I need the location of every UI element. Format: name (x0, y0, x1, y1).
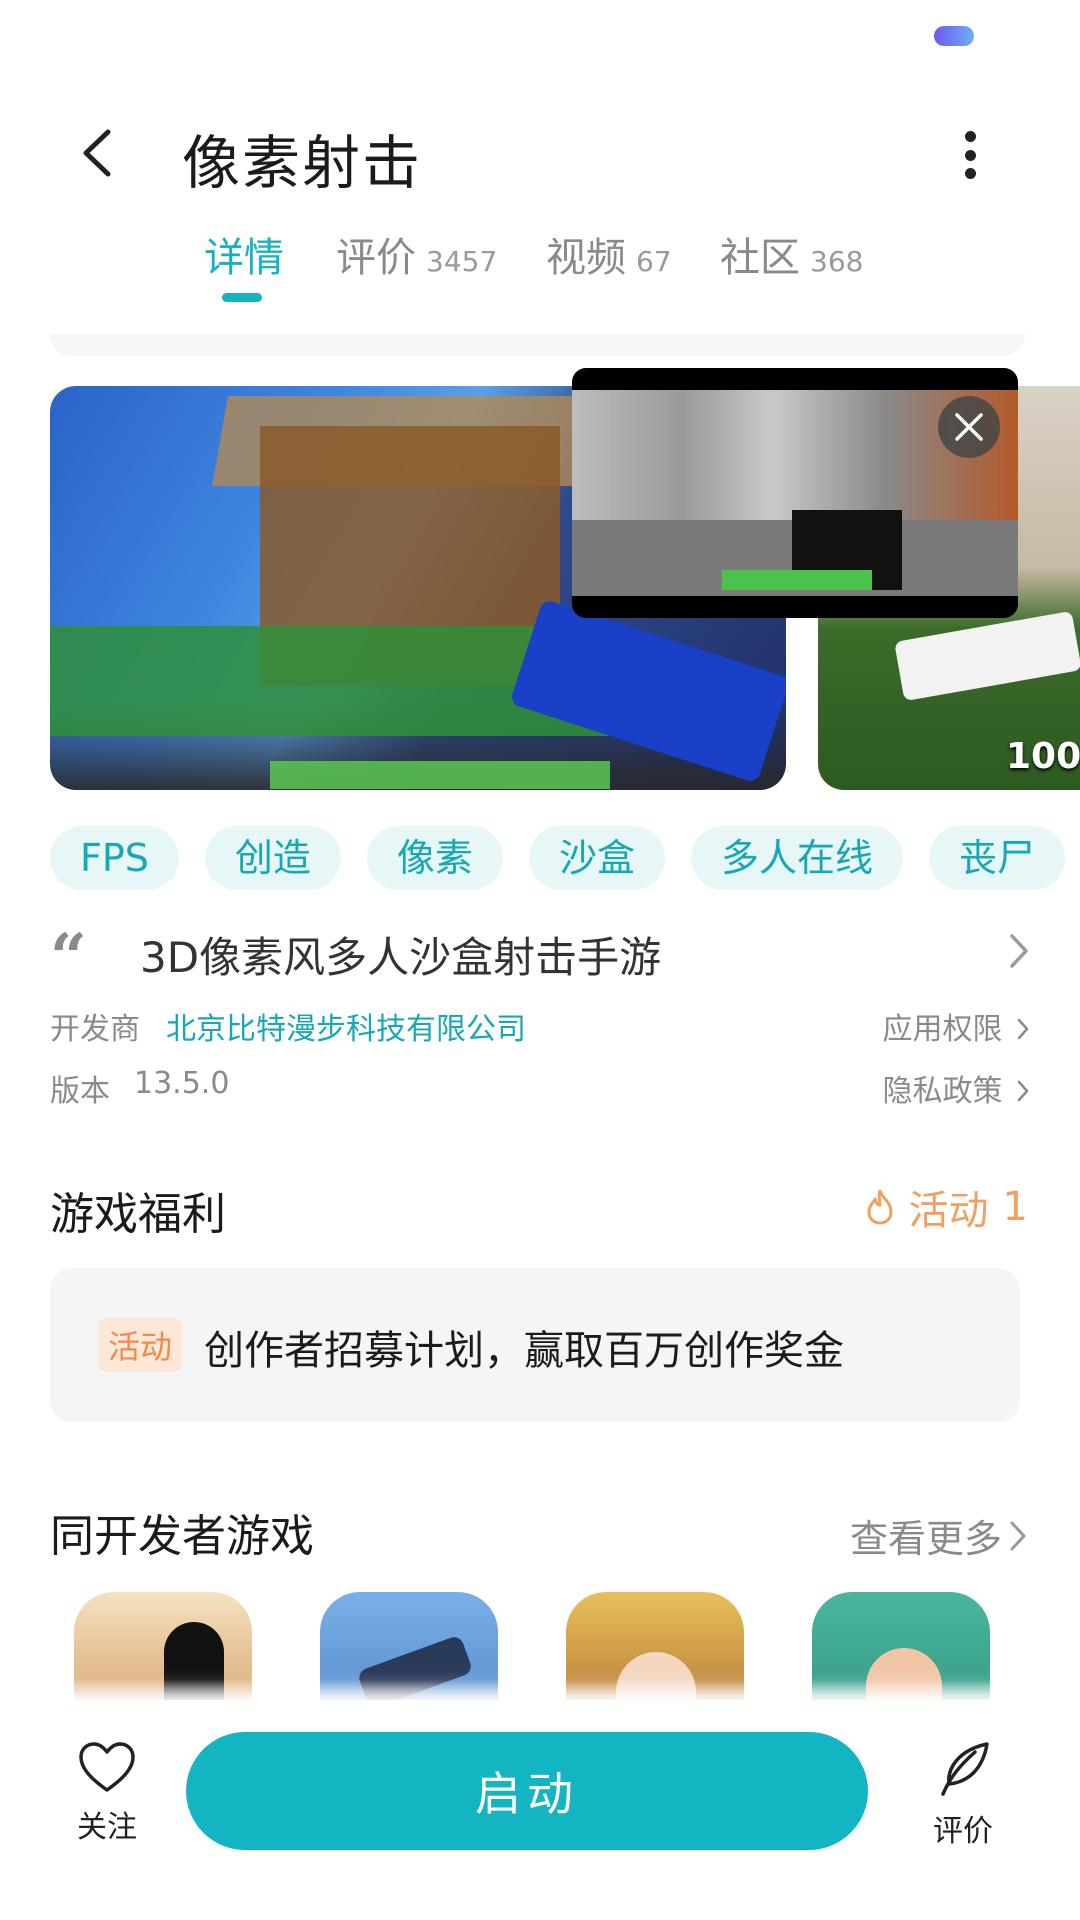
back-arrow-icon (83, 129, 111, 177)
tag-chip[interactable]: 创造 (204, 826, 341, 890)
description-text: 3D像素风多人沙盒射击手游 (140, 933, 662, 982)
benefit-text: 创作者招募计划，赢取百万创作奖金 (204, 1328, 844, 1374)
activity-label: 活动 (908, 1188, 989, 1234)
tag-chip[interactable]: 像素 (366, 826, 503, 890)
tag-chip[interactable]: 沙盒 (528, 826, 665, 890)
tab-label: 社区 (720, 235, 800, 281)
tab-reviews[interactable]: 评价 3457 (336, 225, 497, 283)
screenshot-graphic (270, 761, 610, 789)
write-review-button[interactable]: 评价 (918, 1740, 1008, 1860)
chevron-right-icon (1010, 934, 1028, 968)
tab-count: 67 (636, 245, 672, 278)
benefit-card[interactable]: 活动 创作者招募计划，赢取百万创作奖金 (50, 1268, 1020, 1422)
close-icon (955, 413, 983, 441)
tag-list: FPS 创造 像素 沙盒 多人在线 丧尸 (50, 826, 1080, 896)
tab-community[interactable]: 社区 368 (720, 225, 863, 283)
more-dot-icon (964, 168, 976, 179)
status-indicator (934, 26, 974, 46)
tab-count: 368 (810, 245, 864, 278)
see-more-link[interactable]: 查看更多 (850, 1508, 1028, 1563)
more-dot-icon (964, 131, 976, 142)
tag-chip[interactable]: 丧尸 (928, 826, 1065, 890)
description-row[interactable]: “ 3D像素风多人沙盒射击手游 (50, 920, 1030, 990)
tab-label: 视频 (546, 235, 626, 281)
permissions-link[interactable]: 应用权限 (882, 1004, 1030, 1048)
developer-label: 开发商 (50, 1012, 140, 1047)
developer-link[interactable]: 北京比特漫步科技有限公司 (166, 1004, 526, 1048)
section-divider (50, 334, 1025, 356)
chevron-right-icon (1017, 1018, 1029, 1040)
activity-count-link[interactable]: 活动 1 (865, 1178, 1028, 1236)
screenshot-badge-text: 100+ (1006, 736, 1080, 777)
tab-active-indicator (222, 293, 262, 302)
more-dot-icon (964, 149, 976, 161)
permissions-label: 应用权限 (882, 1012, 1003, 1047)
tab-details[interactable]: 详情 (204, 225, 284, 283)
tab-bar: 详情 评价 3457 视频 67 社区 368 (0, 225, 1080, 315)
tab-label: 详情 (204, 235, 284, 281)
developer-row: 开发商 北京比特漫步科技有限公司 应用权限 (50, 1000, 1030, 1050)
version-row: 版本 13.5.0 隐私政策 (50, 1062, 1030, 1112)
tab-videos[interactable]: 视频 67 (546, 225, 672, 283)
benefits-title: 游戏福利 (50, 1189, 226, 1240)
screenshot-graphic (894, 610, 1080, 702)
header: 像素射击 (0, 100, 1080, 210)
tab-count: 3457 (426, 245, 498, 278)
quote-icon: “ (50, 920, 87, 995)
chevron-right-icon (1010, 1521, 1026, 1550)
screenshot-graphic (509, 598, 786, 784)
chevron-right-icon (1017, 1080, 1029, 1102)
tag-chip[interactable]: FPS (50, 826, 179, 890)
activity-number: 1 (1002, 1184, 1028, 1230)
privacy-policy-link[interactable]: 隐私政策 (882, 1066, 1030, 1110)
back-button[interactable] (62, 118, 132, 188)
video-close-button[interactable] (938, 396, 1000, 458)
activity-badge: 活动 (98, 1318, 183, 1372)
version-value: 13.5.0 (134, 1066, 230, 1101)
video-graphic (722, 570, 872, 590)
floating-video-player[interactable] (572, 368, 1018, 618)
more-options-button[interactable] (950, 125, 990, 185)
follow-button[interactable]: 关注 (62, 1740, 152, 1860)
version-label: 版本 (50, 1074, 110, 1109)
page-title: 像素射击 (182, 129, 423, 197)
feather-icon (941, 1742, 989, 1796)
launch-button[interactable]: 启动 (186, 1732, 868, 1850)
app-detail-page: 像素射击 详情 评价 3457 视频 67 社区 368 100+ (0, 0, 1080, 1920)
follow-label: 关注 (77, 1810, 137, 1845)
privacy-policy-label: 隐私政策 (882, 1074, 1003, 1109)
review-label: 评价 (933, 1814, 993, 1849)
same-developer-title: 同开发者游戏 (50, 1511, 314, 1562)
see-more-label: 查看更多 (849, 1517, 1002, 1561)
fire-icon (867, 1189, 893, 1225)
tab-label: 评价 (336, 235, 416, 281)
heart-icon (79, 1742, 135, 1792)
tag-chip[interactable]: 多人在线 (690, 826, 903, 890)
